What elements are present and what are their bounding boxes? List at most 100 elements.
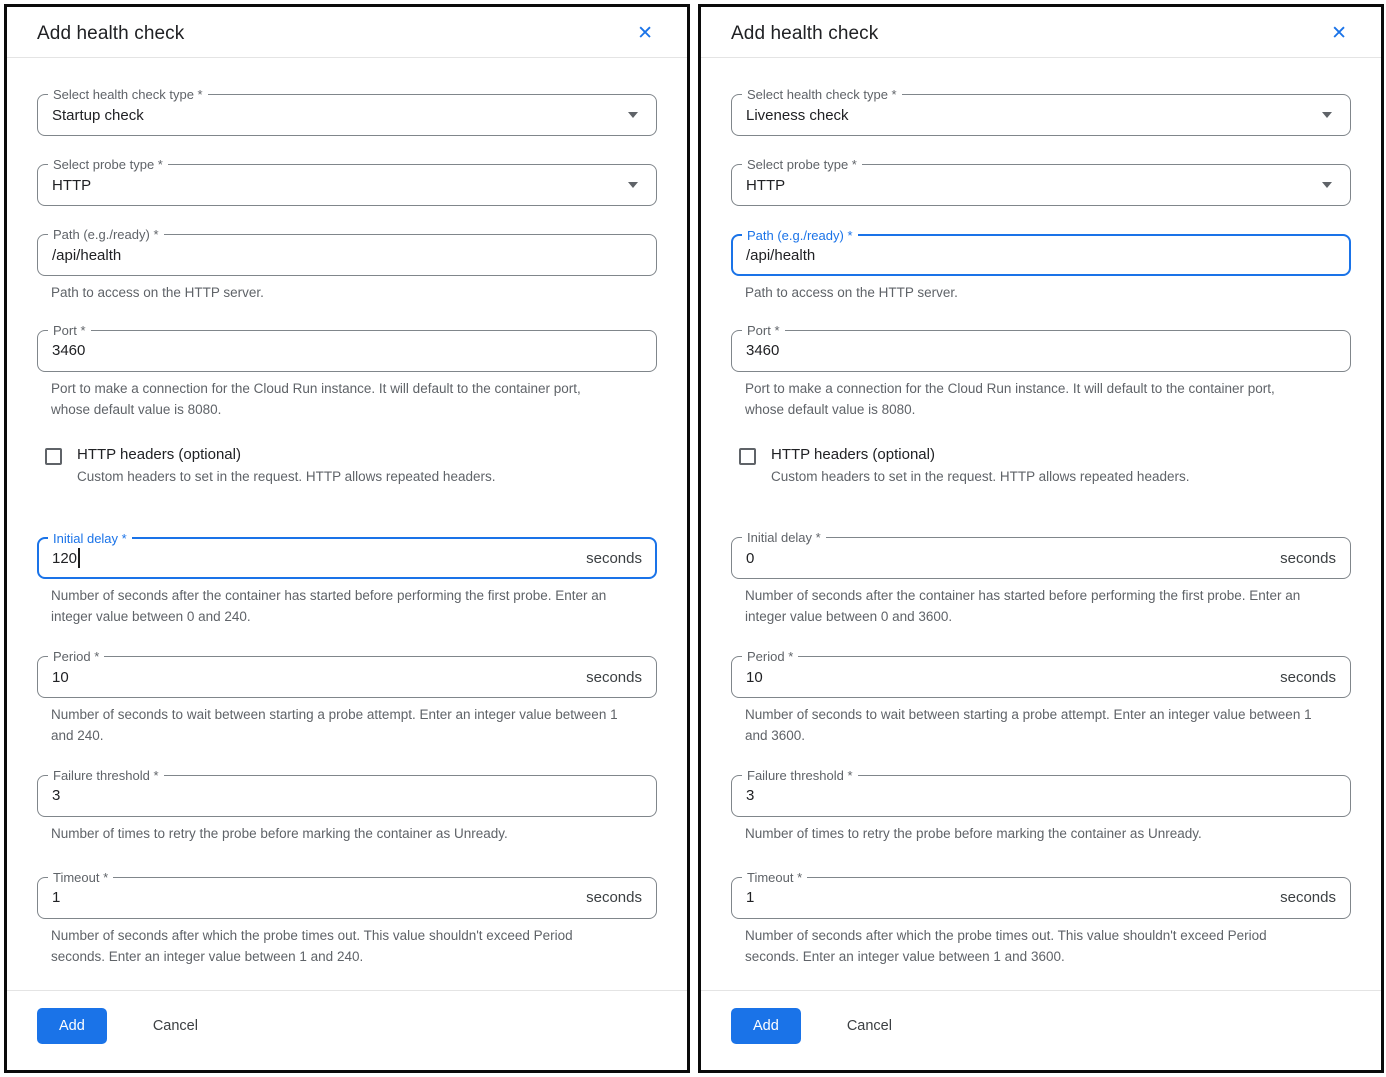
- period-label: Period *: [742, 648, 798, 665]
- initial-delay-helper-text: Number of seconds after the container ha…: [745, 586, 1313, 628]
- failure-threshold-label: Failure threshold *: [48, 767, 164, 784]
- probe-type-group: Select probe type * HTTP: [37, 164, 657, 206]
- health-check-type-label: Select health check type *: [48, 86, 208, 103]
- probe-type-label: Select probe type *: [48, 156, 168, 173]
- timeout-group: Timeout * 1 seconds Number of seconds af…: [731, 877, 1351, 968]
- seconds-suffix: seconds: [1280, 550, 1336, 567]
- cancel-button[interactable]: Cancel: [843, 1008, 896, 1044]
- http-headers-text: HTTP headers (optional) Custom headers t…: [77, 445, 495, 488]
- period-input[interactable]: Period * 10 seconds: [37, 656, 657, 698]
- path-group: Path (e.g./ready) * /api/health Path to …: [731, 234, 1351, 304]
- timeout-group: Timeout * 1 seconds Number of seconds af…: [37, 877, 657, 968]
- dialog-title: Add health check: [37, 23, 184, 45]
- add-button[interactable]: Add: [37, 1008, 107, 1044]
- http-headers-group: HTTP headers (optional) Custom headers t…: [739, 445, 1351, 488]
- failure-threshold-value: 3: [746, 787, 1336, 804]
- health-check-form: Select health check type * Liveness chec…: [701, 58, 1381, 968]
- dialog-footer: Add Cancel: [7, 991, 687, 1044]
- dialog-title: Add health check: [731, 23, 878, 45]
- period-group: Period * 10 seconds Number of seconds to…: [731, 656, 1351, 747]
- text-cursor: [78, 548, 80, 568]
- path-input[interactable]: Path (e.g./ready) * /api/health: [37, 234, 657, 276]
- health-check-type-select[interactable]: Select health check type * Startup check: [37, 94, 657, 136]
- health-check-type-group: Select health check type * Liveness chec…: [731, 94, 1351, 136]
- path-label: Path (e.g./ready) *: [742, 227, 858, 244]
- timeout-helper-text: Number of seconds after which the probe …: [745, 926, 1313, 968]
- health-check-type-select[interactable]: Select health check type * Liveness chec…: [731, 94, 1351, 136]
- port-group: Port * 3460 Port to make a connection fo…: [37, 330, 657, 421]
- http-headers-checkbox[interactable]: [739, 448, 756, 465]
- probe-type-value: HTTP: [52, 177, 616, 194]
- period-value: 10: [746, 669, 1268, 686]
- initial-delay-label: Initial delay *: [742, 529, 826, 546]
- timeout-input[interactable]: Timeout * 1 seconds: [37, 877, 657, 919]
- port-helper-text: Port to make a connection for the Cloud …: [51, 379, 619, 421]
- failure-threshold-value: 3: [52, 787, 642, 804]
- initial-delay-group: Initial delay * 120 seconds Number of se…: [37, 537, 657, 628]
- add-health-check-dialog-liveness: Add health check ✕ Select health check t…: [698, 4, 1384, 1073]
- seconds-suffix: seconds: [586, 889, 642, 906]
- port-label: Port *: [48, 322, 91, 339]
- health-check-type-value: Liveness check: [746, 107, 1310, 124]
- timeout-value: 1: [746, 889, 1268, 906]
- dropdown-arrow-icon: [628, 112, 638, 118]
- initial-delay-helper-text: Number of seconds after the container ha…: [51, 586, 619, 628]
- initial-delay-value-text: 0: [746, 550, 754, 567]
- probe-type-select[interactable]: Select probe type * HTTP: [37, 164, 657, 206]
- failure-threshold-helper-text: Number of times to retry the probe befor…: [51, 824, 619, 845]
- failure-threshold-input[interactable]: Failure threshold * 3: [37, 775, 657, 817]
- initial-delay-group: Initial delay * 0 seconds Number of seco…: [731, 537, 1351, 628]
- failure-threshold-input[interactable]: Failure threshold * 3: [731, 775, 1351, 817]
- port-value: 3460: [52, 342, 642, 359]
- timeout-input[interactable]: Timeout * 1 seconds: [731, 877, 1351, 919]
- path-helper-text: Path to access on the HTTP server.: [745, 283, 1313, 304]
- initial-delay-input[interactable]: Initial delay * 0 seconds: [731, 537, 1351, 579]
- failure-threshold-group: Failure threshold * 3 Number of times to…: [37, 775, 657, 845]
- initial-delay-value: 120: [52, 548, 574, 568]
- timeout-helper-text: Number of seconds after which the probe …: [51, 926, 619, 968]
- http-headers-checkbox[interactable]: [45, 448, 62, 465]
- path-helper-text: Path to access on the HTTP server.: [51, 283, 619, 304]
- failure-threshold-label: Failure threshold *: [742, 767, 858, 784]
- path-input[interactable]: Path (e.g./ready) * /api/health: [731, 234, 1351, 276]
- probe-type-label: Select probe type *: [742, 156, 862, 173]
- dialog-footer: Add Cancel: [701, 991, 1381, 1044]
- path-value: /api/health: [746, 247, 1336, 264]
- http-headers-label[interactable]: HTTP headers (optional): [77, 445, 495, 465]
- probe-type-select[interactable]: Select probe type * HTTP: [731, 164, 1351, 206]
- close-icon[interactable]: ✕: [633, 22, 657, 45]
- probe-type-group: Select probe type * HTTP: [731, 164, 1351, 206]
- port-helper-text: Port to make a connection for the Cloud …: [745, 379, 1313, 421]
- add-button[interactable]: Add: [731, 1008, 801, 1044]
- http-headers-helper-text: Custom headers to set in the request. HT…: [77, 467, 495, 487]
- period-helper-text: Number of seconds to wait between starti…: [51, 705, 619, 747]
- dropdown-arrow-icon: [1322, 112, 1332, 118]
- probe-type-value: HTTP: [746, 177, 1310, 194]
- port-input[interactable]: Port * 3460: [37, 330, 657, 372]
- http-headers-label[interactable]: HTTP headers (optional): [771, 445, 1189, 465]
- period-value: 10: [52, 669, 574, 686]
- timeout-label: Timeout *: [48, 869, 113, 886]
- http-headers-helper-text: Custom headers to set in the request. HT…: [771, 467, 1189, 487]
- path-label: Path (e.g./ready) *: [48, 226, 164, 243]
- seconds-suffix: seconds: [586, 550, 642, 567]
- initial-delay-label: Initial delay *: [48, 530, 132, 547]
- path-value-text: /api/health: [746, 247, 815, 264]
- http-headers-text: HTTP headers (optional) Custom headers t…: [771, 445, 1189, 488]
- failure-threshold-helper-text: Number of times to retry the probe befor…: [745, 824, 1313, 845]
- dropdown-arrow-icon: [628, 182, 638, 188]
- failure-threshold-group: Failure threshold * 3 Number of times to…: [731, 775, 1351, 845]
- dialog-header: Add health check ✕: [701, 7, 1381, 58]
- period-label: Period *: [48, 648, 104, 665]
- seconds-suffix: seconds: [586, 669, 642, 686]
- initial-delay-value: 0: [746, 550, 1268, 567]
- period-input[interactable]: Period * 10 seconds: [731, 656, 1351, 698]
- path-group: Path (e.g./ready) * /api/health Path to …: [37, 234, 657, 304]
- timeout-label: Timeout *: [742, 869, 807, 886]
- port-input[interactable]: Port * 3460: [731, 330, 1351, 372]
- http-headers-group: HTTP headers (optional) Custom headers t…: [45, 445, 657, 488]
- initial-delay-input[interactable]: Initial delay * 120 seconds: [37, 537, 657, 579]
- seconds-suffix: seconds: [1280, 669, 1336, 686]
- close-icon[interactable]: ✕: [1327, 22, 1351, 45]
- cancel-button[interactable]: Cancel: [149, 1008, 202, 1044]
